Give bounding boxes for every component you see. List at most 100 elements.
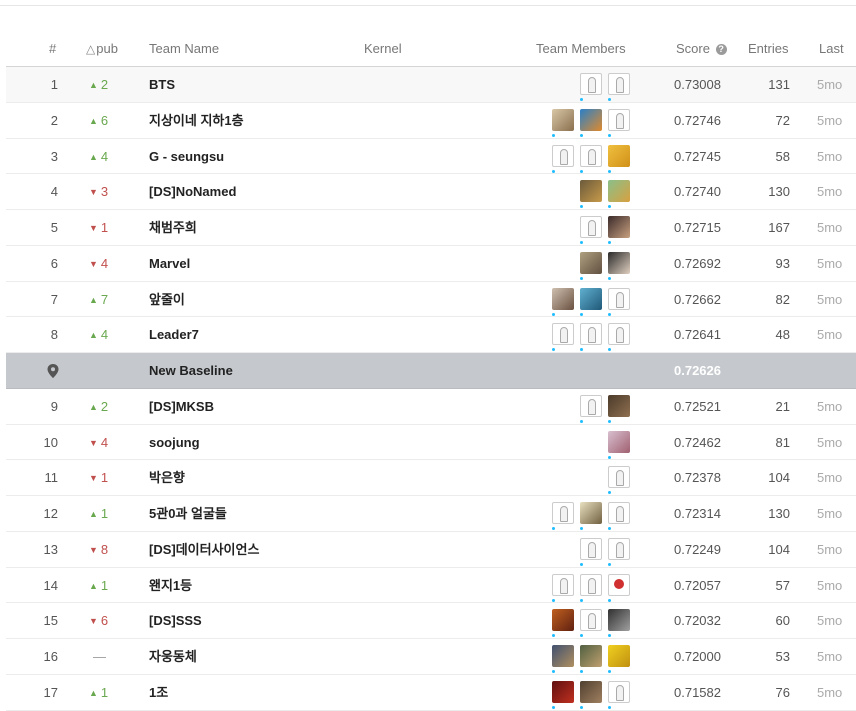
team-members xyxy=(506,389,630,424)
member-avatar[interactable] xyxy=(580,287,602,310)
rank-column-header[interactable]: # xyxy=(49,41,56,56)
team-name-link[interactable]: 5관0과 얼굴들 xyxy=(149,496,227,531)
team-name-link[interactable]: [DS]MKSB xyxy=(149,389,214,424)
rank-change-value: — xyxy=(93,649,106,664)
member-avatar[interactable] xyxy=(580,502,602,524)
team-name-link[interactable]: G - seungsu xyxy=(149,139,224,174)
default-avatar[interactable] xyxy=(608,73,630,95)
tier-dot xyxy=(580,527,583,530)
member-avatar[interactable] xyxy=(608,144,630,167)
default-avatar[interactable] xyxy=(608,323,630,346)
default-avatar[interactable] xyxy=(608,502,630,524)
member-avatar[interactable] xyxy=(580,108,602,131)
tier-dot xyxy=(608,205,611,209)
team-name-link[interactable]: 1조 xyxy=(149,675,168,710)
help-icon[interactable]: ? xyxy=(715,44,727,55)
team-name-link[interactable]: BTS xyxy=(149,67,175,102)
team-members-column-header[interactable]: Team Members xyxy=(536,41,626,56)
team-name-link[interactable]: 지상이네 지하1층 xyxy=(149,103,244,138)
delta-pub-column-header[interactable]: △pub xyxy=(86,41,118,56)
table-row[interactable]: 7 ▲ 7 앞줄이 0.72662 82 5mo xyxy=(6,282,856,318)
baseline-row[interactable]: New Baseline 0.72626 xyxy=(6,353,856,389)
default-avatar[interactable] xyxy=(608,466,630,489)
default-avatar[interactable] xyxy=(608,537,630,560)
member-avatar[interactable] xyxy=(608,645,630,667)
member-avatar[interactable] xyxy=(552,108,574,131)
table-row[interactable]: 15 ▼ 6 [DS]SSS 0.72032 60 5mo xyxy=(6,603,856,639)
tier-dot xyxy=(552,634,555,638)
table-row[interactable]: 2 ▲ 6 지상이네 지하1층 0.72746 72 5mo xyxy=(6,103,856,139)
member-avatar[interactable] xyxy=(608,251,630,274)
default-avatar[interactable] xyxy=(580,144,602,167)
tier-dot xyxy=(580,133,583,137)
member-avatar[interactable] xyxy=(608,609,630,632)
default-avatar[interactable] xyxy=(580,394,602,417)
team-name-link[interactable]: 왠지1등 xyxy=(149,568,192,603)
entries: 57 xyxy=(775,577,790,593)
table-row[interactable]: 6 ▼ 4 Marvel 0.72692 93 5mo xyxy=(6,246,856,282)
kernel-column-header[interactable]: Kernel xyxy=(364,41,402,56)
member-avatar[interactable] xyxy=(552,680,574,703)
default-avatar[interactable] xyxy=(608,287,630,310)
member-avatar[interactable] xyxy=(608,573,630,596)
last-column-header[interactable]: Last xyxy=(819,41,844,56)
default-avatar[interactable] xyxy=(580,323,602,346)
member-avatar[interactable] xyxy=(552,287,574,310)
table-row[interactable]: 17 ▲ 1 1조 0.71582 76 5mo xyxy=(6,675,856,711)
default-avatar[interactable] xyxy=(552,323,574,346)
table-row[interactable]: 10 ▼ 4 soojung 0.72462 81 5mo xyxy=(6,425,856,461)
member-avatar[interactable] xyxy=(580,180,602,203)
member-avatar[interactable] xyxy=(580,645,602,667)
default-avatar[interactable] xyxy=(580,573,602,596)
rank-change: ▲ 2 xyxy=(89,67,129,103)
team-name-link[interactable]: New Baseline xyxy=(149,353,233,388)
team-name-link[interactable]: 자웅동체 xyxy=(149,639,197,674)
team-name-link[interactable]: soojung xyxy=(149,425,200,460)
default-avatar[interactable] xyxy=(580,537,602,560)
table-row[interactable]: 9 ▲ 2 [DS]MKSB 0.72521 21 5mo xyxy=(6,389,856,425)
team-name-link[interactable]: 박은향 xyxy=(149,460,185,495)
table-row[interactable]: 5 ▼ 1 채범주희 0.72715 167 5mo xyxy=(6,210,856,246)
table-row[interactable]: 12 ▲ 1 5관0과 얼굴들 0.72314 130 5mo xyxy=(6,496,856,532)
default-avatar[interactable] xyxy=(552,502,574,524)
member-avatar[interactable] xyxy=(608,216,630,238)
member-avatar[interactable] xyxy=(608,430,630,453)
tier-dot xyxy=(552,670,555,673)
table-row[interactable]: 4 ▼ 3 [DS]NoNamed 0.72740 130 5mo xyxy=(6,174,856,210)
score-column-header[interactable]: Score ? xyxy=(676,41,727,56)
rank-change: ▼ 4 xyxy=(89,246,129,282)
team-name-column-header[interactable]: Team Name xyxy=(149,41,219,56)
table-row[interactable]: 3 ▲ 4 G - seungsu 0.72745 58 5mo xyxy=(6,139,856,175)
default-avatar[interactable] xyxy=(580,216,602,238)
member-avatar[interactable] xyxy=(580,251,602,274)
team-name-link[interactable]: 앞줄이 xyxy=(149,282,185,317)
default-avatar[interactable] xyxy=(552,144,574,167)
member-avatar[interactable] xyxy=(608,394,630,417)
default-avatar[interactable] xyxy=(580,73,602,95)
table-row[interactable]: 8 ▲ 4 Leader7 0.72641 48 5mo xyxy=(6,317,856,353)
entries-column-header[interactable]: Entries xyxy=(748,41,788,56)
default-avatar[interactable] xyxy=(580,609,602,632)
member-avatar[interactable] xyxy=(552,645,574,667)
top-border xyxy=(0,0,856,6)
member-avatar[interactable] xyxy=(552,609,574,632)
team-name-link[interactable]: [DS]NoNamed xyxy=(149,174,236,209)
table-row[interactable]: 13 ▼ 8 [DS]데이터사이언스 0.72249 104 5mo xyxy=(6,532,856,568)
member-avatar[interactable] xyxy=(608,180,630,203)
default-avatar[interactable] xyxy=(608,680,630,703)
team-name-link[interactable]: Marvel xyxy=(149,246,190,281)
table-row[interactable]: 16 — 자웅동체 0.72000 53 5mo xyxy=(6,639,856,675)
default-avatar[interactable] xyxy=(608,108,630,131)
team-name-link[interactable]: Leader7 xyxy=(149,317,199,352)
table-row[interactable]: 1 ▲ 2 BTS 0.73008 131 5mo xyxy=(6,67,856,103)
last-submission: 5mo xyxy=(817,184,843,200)
member-avatar[interactable] xyxy=(580,680,602,703)
team-name-link[interactable]: [DS]SSS xyxy=(149,603,202,638)
default-avatar[interactable] xyxy=(552,573,574,596)
team-name-link[interactable]: [DS]데이터사이언스 xyxy=(149,532,259,567)
table-row[interactable]: 11 ▼ 1 박은향 0.72378 104 5mo xyxy=(6,460,856,496)
tier-dot xyxy=(580,312,583,316)
table-row[interactable]: 14 ▲ 1 왠지1등 0.72057 57 5mo xyxy=(6,568,856,604)
team-name-link[interactable]: 채범주희 xyxy=(149,210,197,245)
team-members xyxy=(506,532,630,567)
